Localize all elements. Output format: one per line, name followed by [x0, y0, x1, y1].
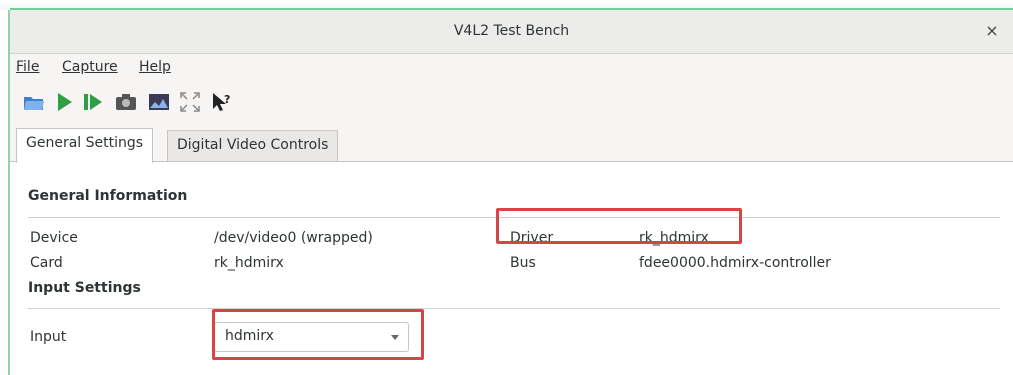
driver-value: rk_hdmirx	[639, 230, 709, 246]
menu-help[interactable]: Help	[139, 59, 171, 75]
whats-this-icon[interactable]: ?	[210, 90, 234, 114]
input-label: Input	[30, 329, 67, 345]
card-value: rk_hdmirx	[214, 255, 284, 271]
tab-digital-video-controls[interactable]: Digital Video Controls	[167, 130, 339, 162]
bus-label: Bus	[510, 255, 536, 271]
general-settings-panel: General Information Device /dev/video0 (…	[10, 161, 1013, 375]
menu-file[interactable]: File	[16, 59, 39, 75]
toolbar: ?	[10, 82, 1013, 124]
app-window: V4L2 Test Bench × File Capture Help ? Ge…	[8, 10, 1013, 375]
tab-general-settings[interactable]: General Settings	[16, 128, 154, 163]
title-bar[interactable]: V4L2 Test Bench ×	[10, 10, 1013, 54]
input-select[interactable]: hdmirx	[214, 322, 409, 352]
divider	[28, 217, 1000, 218]
menu-bar: File Capture Help	[10, 55, 1013, 81]
device-value: /dev/video0 (wrapped)	[214, 230, 373, 246]
svg-text:?: ?	[224, 93, 230, 106]
desktop-top-edge	[0, 0, 1013, 11]
capture-window-icon[interactable]	[147, 90, 171, 114]
input-select-value: hdmirx	[225, 328, 274, 344]
tab-bar: General Settings Digital Video Controls	[10, 126, 1013, 163]
card-label: Card	[30, 255, 63, 271]
input-settings-heading: Input Settings	[28, 280, 141, 296]
fullscreen-icon[interactable]	[178, 90, 202, 114]
device-label: Device	[30, 230, 78, 246]
driver-label: Driver	[510, 230, 554, 246]
open-device-icon[interactable]	[22, 90, 46, 114]
single-step-icon[interactable]	[80, 90, 104, 114]
snapshot-icon[interactable]	[114, 90, 138, 114]
window-title: V4L2 Test Bench	[453, 23, 570, 39]
close-icon[interactable]: ×	[983, 22, 1001, 40]
menu-capture[interactable]: Capture	[62, 59, 118, 75]
chevron-down-icon[interactable]	[391, 335, 399, 340]
general-information-heading: General Information	[28, 188, 188, 204]
divider	[28, 308, 1000, 309]
start-capture-icon[interactable]	[52, 90, 76, 114]
bus-value: fdee0000.hdmirx-controller	[639, 255, 831, 271]
